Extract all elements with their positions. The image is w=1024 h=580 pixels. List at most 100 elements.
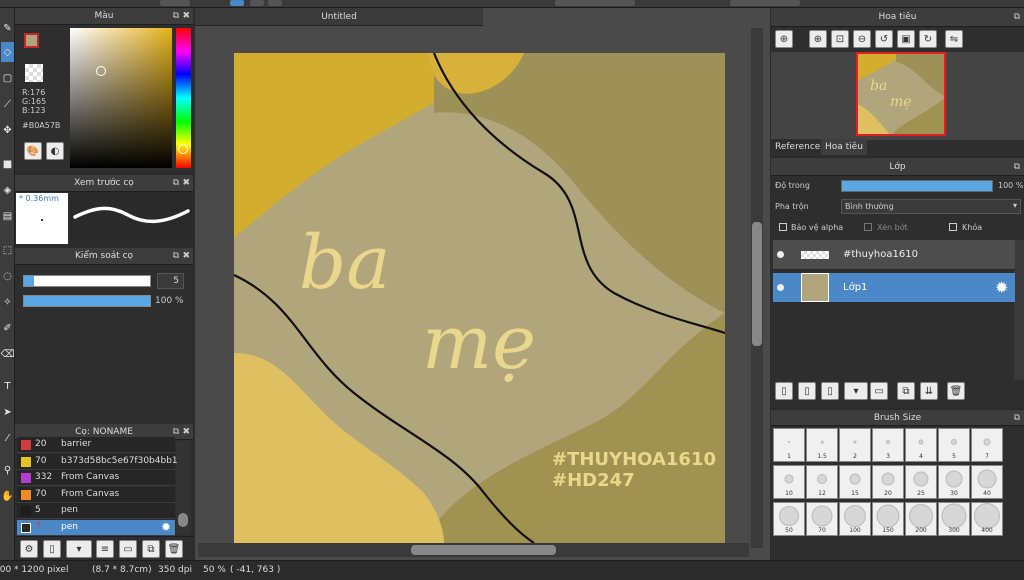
layer-list-scrollbar[interactable]: [1014, 240, 1024, 380]
merge-layer-icon[interactable]: ⇊: [920, 382, 938, 400]
zoom-in-icon[interactable]: ⊕: [775, 30, 793, 48]
new-layer-icon[interactable]: ▯: [775, 382, 793, 400]
eraser-tool-icon[interactable]: ◇: [1, 42, 14, 62]
brush-size-preset[interactable]: 100: [839, 502, 871, 536]
visibility-icon[interactable]: [777, 284, 784, 291]
rotate-left-icon[interactable]: ↺: [875, 30, 893, 48]
brush-size-preset[interactable]: 300: [938, 502, 970, 536]
protect-alpha-checkbox[interactable]: [779, 223, 787, 231]
brush-size-preset[interactable]: 50: [773, 502, 805, 536]
float-panel-icon[interactable]: ⧉: [173, 248, 179, 265]
gear-icon[interactable]: ✹: [995, 278, 1008, 297]
document-tab[interactable]: Untitled: [195, 8, 483, 26]
brush-opacity-slider[interactable]: [23, 295, 151, 307]
layer-opacity-slider[interactable]: [841, 180, 993, 192]
palette-icon[interactable]: 🎨: [24, 142, 42, 160]
brush-list-item[interactable]: 70 From Canvas: [17, 486, 175, 503]
tab-navigator[interactable]: Hoa tiêu: [821, 139, 867, 155]
text-tool-icon[interactable]: T: [1, 376, 14, 396]
brush-size-preset[interactable]: 7: [971, 428, 1003, 462]
blend-mode-select[interactable]: Bình thường ▾: [841, 199, 1021, 214]
folder-icon[interactable]: ▭: [119, 540, 137, 558]
toolbar-button[interactable]: [160, 0, 190, 6]
brush-size-preset[interactable]: 1: [773, 428, 805, 462]
gradient-tool-icon[interactable]: ▤: [1, 206, 14, 226]
lasso-tool-icon[interactable]: ◌: [1, 266, 14, 286]
brush-size-preset[interactable]: 20: [872, 465, 904, 499]
close-icon[interactable]: ✖: [182, 8, 190, 25]
brush-list-item[interactable]: 70 b373d58bc5e67f30b4bb1: [17, 453, 178, 470]
select-eraser-icon[interactable]: ⌫: [0, 344, 14, 364]
horizontal-scrollbar-thumb[interactable]: [411, 545, 556, 555]
trash-icon[interactable]: 🗑: [947, 382, 965, 400]
marquee-tool-icon[interactable]: ⬚: [1, 240, 14, 260]
toolbar-field[interactable]: [730, 0, 800, 6]
gear-icon[interactable]: ✹: [161, 520, 171, 534]
brush-size-preset[interactable]: 15: [839, 465, 871, 499]
brush-list-scrollbar[interactable]: [176, 441, 190, 533]
magic-wand-icon[interactable]: ✧: [1, 292, 14, 312]
hue-slider-handle[interactable]: [178, 144, 188, 154]
lock-checkbox[interactable]: [949, 223, 957, 231]
brush-size-preset[interactable]: 40: [971, 465, 1003, 499]
brush-size-preset[interactable]: 2: [839, 428, 871, 462]
brush-properties-icon[interactable]: ≡: [96, 540, 114, 558]
rotate-right-icon[interactable]: ↻: [919, 30, 937, 48]
zoom-in-alt-icon[interactable]: ⊕: [809, 30, 827, 48]
brush-size-preset[interactable]: 70: [806, 502, 838, 536]
new-layer-1bit-icon[interactable]: ▯: [821, 382, 839, 400]
brush-list-item[interactable]: 332 From Canvas: [17, 470, 175, 486]
brush-list-item[interactable]: 20 barrier: [17, 437, 175, 453]
brush-size-preset[interactable]: 5: [938, 428, 970, 462]
toolbar-field[interactable]: [555, 0, 635, 6]
canvas-horizontal-scrollbar[interactable]: [198, 543, 749, 557]
vertical-scrollbar-thumb[interactable]: [752, 222, 762, 346]
duplicate-icon[interactable]: ⧉: [142, 540, 160, 558]
brush-size-preset[interactable]: 25: [905, 465, 937, 499]
brush-size-preset[interactable]: 400: [971, 502, 1003, 536]
float-panel-icon[interactable]: ⧉: [173, 8, 179, 25]
select-pen-icon[interactable]: ✐: [1, 318, 14, 338]
brush-size-value[interactable]: 5: [157, 273, 184, 289]
close-icon[interactable]: ✖: [182, 248, 190, 265]
layer-row-thuyhoa[interactable]: #thuyhoa1610: [773, 240, 1015, 270]
brush-size-preset[interactable]: 3: [872, 428, 904, 462]
toolbar-button[interactable]: [250, 0, 264, 6]
folder-icon[interactable]: ▭: [870, 382, 888, 400]
toolbar-button[interactable]: [268, 0, 282, 6]
brush-size-preset[interactable]: 200: [905, 502, 937, 536]
operation-tool-icon[interactable]: ➤: [1, 402, 14, 422]
brush-list-item[interactable]: 5 pen: [17, 503, 175, 519]
hand-tool-icon[interactable]: ✋: [1, 486, 14, 506]
toolbar-button-active[interactable]: [230, 0, 244, 6]
brush-size-preset[interactable]: 4: [905, 428, 937, 462]
float-panel-icon[interactable]: ⧉: [1014, 158, 1020, 176]
add-layer-menu-icon[interactable]: ▾: [844, 382, 868, 400]
brush-size-preset[interactable]: 10: [773, 465, 805, 499]
eyedropper-tool-icon[interactable]: ⁄: [1, 428, 14, 448]
rectangle-tool-icon[interactable]: ■: [1, 154, 14, 174]
canvas-vertical-scrollbar[interactable]: [751, 28, 763, 548]
color-set-icon[interactable]: ◐: [46, 142, 64, 160]
clipping-checkbox[interactable]: [864, 223, 872, 231]
current-color-swatch[interactable]: [24, 33, 39, 48]
fill-tool-icon[interactable]: ◈: [1, 180, 14, 200]
add-brush-menu-icon[interactable]: ▾: [66, 540, 92, 558]
trash-icon[interactable]: 🗑: [165, 540, 183, 558]
brush-size-preset[interactable]: 1.5: [806, 428, 838, 462]
visibility-icon[interactable]: [777, 251, 784, 258]
fit-window-icon[interactable]: ⊡: [831, 30, 849, 48]
new-layer-8bit-icon[interactable]: ▯: [798, 382, 816, 400]
zoom-out-icon[interactable]: ⊖: [853, 30, 871, 48]
color-picker-cursor[interactable]: [96, 66, 106, 76]
move-tool-icon[interactable]: ✥: [1, 120, 14, 140]
reset-view-icon[interactable]: ▣: [897, 30, 915, 48]
scrollbar-thumb[interactable]: [178, 513, 188, 527]
saturation-value-picker[interactable]: [70, 28, 172, 168]
pen-tool-icon[interactable]: ✎: [1, 18, 14, 38]
brush-size-slider[interactable]: [23, 275, 151, 287]
float-panel-icon[interactable]: ⧉: [1014, 8, 1020, 27]
brush-size-preset[interactable]: 30: [938, 465, 970, 499]
transparent-color-swatch[interactable]: [25, 64, 43, 82]
layer-row-lop1[interactable]: Lớp1 ✹: [773, 273, 1015, 303]
